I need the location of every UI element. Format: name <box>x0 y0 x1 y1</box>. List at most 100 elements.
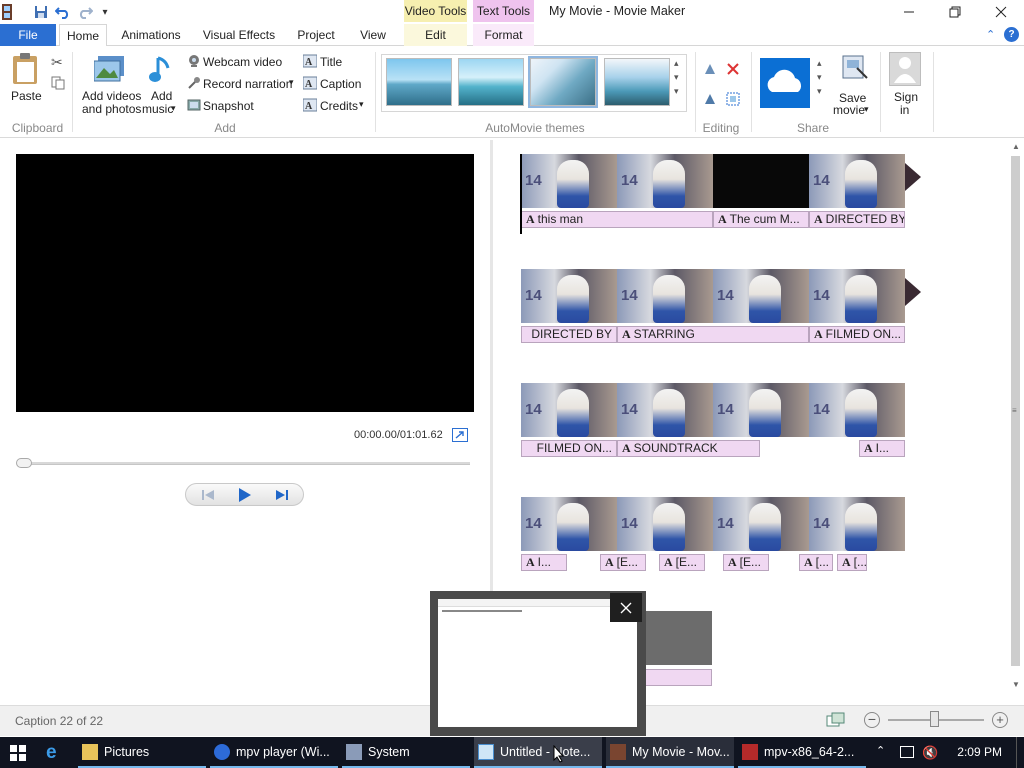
video-clip[interactable]: 14 <box>521 269 617 323</box>
credits-button[interactable]: Credits <box>320 99 358 113</box>
video-clip[interactable]: 14 <box>809 269 905 323</box>
tab-animations[interactable]: Animations <box>115 24 187 46</box>
storyboard-scrollbar[interactable]: ▲ ≡ ▼ <box>1008 140 1024 695</box>
music-note-icon[interactable] <box>148 54 174 86</box>
add-music-label[interactable]: Add <box>151 89 172 103</box>
credits-icon[interactable]: A <box>302 98 318 112</box>
playhead[interactable] <box>520 154 522 234</box>
zoom-out-icon[interactable]: − <box>864 712 880 728</box>
restore-icon[interactable] <box>932 0 978 24</box>
record-narration-dropdown-icon[interactable]: ▾ <box>289 77 294 88</box>
record-narration-button[interactable]: Record narration <box>203 77 292 91</box>
snapshot-button[interactable]: Snapshot <box>203 99 254 113</box>
video-clip[interactable]: 14 <box>809 497 905 551</box>
video-clip[interactable]: 14 <box>617 154 713 208</box>
close-icon[interactable] <box>978 0 1024 24</box>
show-hidden-icons-icon[interactable]: ⌃ <box>876 744 885 757</box>
tab-home[interactable]: Home <box>59 24 107 47</box>
seek-thumb[interactable] <box>16 458 32 468</box>
cut-icon[interactable]: ✂ <box>51 54 63 71</box>
tab-edit[interactable]: Edit <box>404 24 467 46</box>
tab-project[interactable]: Project <box>292 24 340 46</box>
caption-item[interactable]: A [E... <box>600 554 646 571</box>
preview-close-icon[interactable] <box>610 593 642 622</box>
zoom-in-icon[interactable]: + <box>992 712 1008 728</box>
film-icon[interactable] <box>0 4 14 20</box>
tab-format[interactable]: Format <box>473 24 534 46</box>
sign-in-label-2[interactable]: in <box>900 103 909 117</box>
add-music-dropdown-icon[interactable]: ▾ <box>171 103 176 114</box>
add-music-label-2[interactable]: music <box>142 102 173 116</box>
select-all-icon[interactable] <box>726 92 740 106</box>
caption-item[interactable]: A [... <box>837 554 867 571</box>
title-icon[interactable]: A <box>302 54 318 68</box>
theme-thumbnail-selected[interactable] <box>528 56 598 108</box>
video-clip[interactable]: 14 <box>713 497 809 551</box>
video-clip[interactable]: 14 <box>521 383 617 437</box>
taskbar-item-mpv[interactable]: mpv player (Wi... <box>210 737 338 768</box>
gallery-scroll-icon[interactable]: ▴ ▾ ▾ <box>674 56 679 98</box>
save-movie-dropdown-icon[interactable]: ▾ <box>864 104 869 115</box>
add-videos-icon[interactable] <box>93 54 126 84</box>
video-clip[interactable]: 14 <box>809 383 905 437</box>
storyboard-view-icon[interactable] <box>826 712 846 728</box>
theme-thumbnail[interactable] <box>604 58 670 106</box>
previous-frame-icon[interactable] <box>198 487 218 503</box>
webcam-video-button[interactable]: Webcam video <box>203 55 282 69</box>
show-desktop-button[interactable] <box>1016 737 1024 768</box>
remove-icon[interactable] <box>726 62 740 76</box>
scroll-down-icon[interactable]: ▼ <box>1012 680 1020 689</box>
webcam-icon[interactable] <box>187 54 201 68</box>
zoom-slider-thumb[interactable] <box>930 711 939 727</box>
video-clip[interactable]: 14 <box>713 269 809 323</box>
copy-icon[interactable] <box>51 76 65 90</box>
onedrive-icon[interactable] <box>760 58 810 108</box>
taskbar-item-archive[interactable]: mpv-x86_64-2... <box>738 737 866 768</box>
caption-item[interactable]: A SOUNDTRACK <box>617 440 760 457</box>
caption-item[interactable]: A I... <box>859 440 905 457</box>
caption-item[interactable]: A The cum M... <box>713 211 809 228</box>
video-clip[interactable]: 14 <box>713 154 809 208</box>
paste-icon[interactable] <box>10 52 42 86</box>
network-icon[interactable] <box>900 746 914 758</box>
tab-file[interactable]: File <box>0 24 56 46</box>
pane-splitter[interactable] <box>490 140 493 595</box>
redo-icon[interactable] <box>77 4 93 20</box>
rotate-right-icon[interactable] <box>703 92 717 106</box>
video-clip[interactable]: 14 <box>617 383 713 437</box>
video-clip[interactable]: 14 <box>521 154 617 208</box>
seek-bar[interactable] <box>18 462 470 465</box>
caption-icon[interactable]: A <box>302 76 318 90</box>
rotate-left-icon[interactable] <box>703 62 717 76</box>
fullscreen-icon[interactable] <box>452 428 468 442</box>
caption-item[interactable]: A DIRECTED BY <box>809 211 905 228</box>
taskbar-item-movie-maker[interactable]: My Movie - Mov... <box>606 737 734 768</box>
paste-button[interactable]: Paste <box>11 89 42 103</box>
microphone-icon[interactable] <box>187 76 201 90</box>
save-movie-icon[interactable] <box>841 54 869 82</box>
title-button[interactable]: Title <box>320 55 342 69</box>
help-icon[interactable]: ? <box>1004 27 1019 42</box>
collapse-ribbon-icon[interactable]: ⌃ <box>986 28 995 41</box>
tab-view[interactable]: View <box>354 24 392 46</box>
caption-item[interactable]: A I... <box>521 554 567 571</box>
next-frame-icon[interactable] <box>272 487 292 503</box>
caption-item[interactable]: A [E... <box>723 554 769 571</box>
scroll-up-icon[interactable]: ▲ <box>1012 142 1020 151</box>
taskbar-item-notepad[interactable]: Untitled - Note... <box>474 737 602 768</box>
caption-item[interactable]: A [E... <box>659 554 705 571</box>
taskbar-item-system[interactable]: System <box>342 737 470 768</box>
play-icon[interactable] <box>234 487 254 503</box>
caption-item[interactable]: Athis man <box>521 211 713 228</box>
snapshot-icon[interactable] <box>187 98 201 112</box>
caption-item[interactable]: A [... <box>799 554 833 571</box>
volume-muted-icon[interactable]: 🔇 <box>922 745 938 761</box>
credits-dropdown-icon[interactable]: ▾ <box>359 99 364 110</box>
add-videos-label[interactable]: Add videos <box>82 89 141 103</box>
video-clip[interactable]: 14 <box>809 154 905 208</box>
theme-thumbnail[interactable] <box>386 58 452 106</box>
caption-item[interactable]: A FILMED ON... <box>809 326 905 343</box>
video-preview[interactable] <box>16 154 474 412</box>
caption-item[interactable]: A STARRING <box>617 326 809 343</box>
caption-button[interactable]: Caption <box>320 77 361 91</box>
